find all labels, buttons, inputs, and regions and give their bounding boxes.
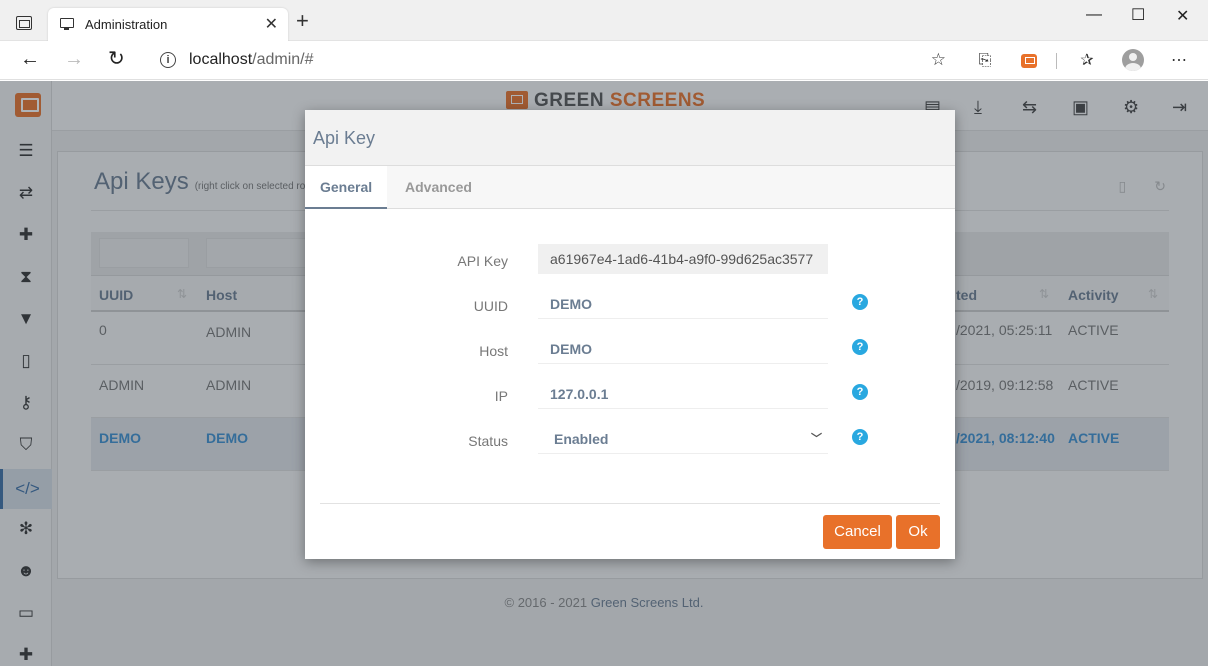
api-key-field: a61967e4-1ad6-41b4-a9f0-99d625ac3577 — [538, 244, 828, 274]
api-key-row: API Key a61967e4-1ad6-41b4-a9f0-99d625ac… — [305, 244, 955, 278]
status-select[interactable]: Enabled ﹀ — [538, 424, 828, 454]
ok-button[interactable]: Ok — [896, 515, 940, 549]
address-bar[interactable]: i localhost/admin/# ☆ — [146, 45, 958, 76]
refresh-icon[interactable]: ↻ — [108, 49, 125, 69]
back-arrow-icon[interactable]: ← — [20, 49, 40, 69]
tab-close-icon[interactable]: ✕ — [265, 14, 278, 34]
host-label: Host — [479, 343, 508, 359]
profile-avatar[interactable] — [1122, 49, 1144, 71]
browser-titlebar: Administration ✕ + — ☐ ✕ — [0, 0, 1208, 41]
cancel-button[interactable]: Cancel — [823, 515, 892, 549]
extension-icon[interactable] — [1021, 54, 1037, 68]
host-row: Host DEMO ? — [305, 334, 955, 368]
window-menu-icon[interactable] — [16, 16, 32, 30]
favorites-icon[interactable]: ✰ — [1077, 51, 1097, 71]
close-window-button[interactable]: ✕ — [1176, 6, 1189, 26]
minimize-button[interactable]: — — [1086, 6, 1102, 24]
status-help-icon[interactable]: ? — [852, 429, 868, 445]
status-value: Enabled — [554, 431, 609, 447]
uuid-help-icon[interactable]: ? — [852, 294, 868, 310]
dialog-header: Api Key — [305, 110, 955, 166]
ip-row: IP 127.0.0.1 ? — [305, 379, 955, 413]
host-help-icon[interactable]: ? — [852, 339, 868, 355]
ip-field[interactable]: 127.0.0.1 — [538, 379, 828, 409]
more-menu-icon[interactable]: ⋯ — [1169, 51, 1189, 71]
browser-toolbar: ← → ↻ i localhost/admin/# ☆ ⎘ ✰ ⋯ — [0, 41, 1208, 80]
new-tab-button[interactable]: + — [296, 10, 309, 32]
status-label: Status — [468, 433, 508, 449]
maximize-button[interactable]: ☐ — [1131, 5, 1145, 25]
ip-label: IP — [494, 388, 508, 404]
dialog-divider — [320, 503, 940, 504]
uuid-row: UUID DEMO ? — [305, 289, 955, 323]
forward-arrow-icon[interactable]: → — [64, 49, 84, 69]
dialog-tabs: General Advanced — [305, 166, 955, 209]
reading-view-icon[interactable]: ⎘ — [975, 51, 995, 71]
toolbar-divider — [1056, 53, 1057, 69]
url-text[interactable]: localhost/admin/# — [189, 51, 314, 69]
dialog-title: Api Key — [313, 128, 376, 148]
uuid-label: UUID — [473, 298, 508, 314]
tab-advanced[interactable]: Advanced — [390, 166, 487, 209]
api-key-label: API Key — [457, 253, 508, 269]
site-info-icon[interactable]: i — [160, 52, 176, 68]
browser-tab[interactable]: Administration ✕ — [48, 8, 288, 41]
ip-help-icon[interactable]: ? — [852, 384, 868, 400]
monitor-icon — [60, 18, 74, 30]
tab-title: Administration — [85, 17, 168, 32]
tab-general[interactable]: General — [305, 166, 388, 209]
status-row: Status Enabled ﹀ ? — [305, 424, 955, 458]
favorite-add-icon[interactable]: ☆ — [931, 50, 946, 70]
chevron-down-icon: ﹀ — [811, 433, 822, 445]
uuid-field[interactable]: DEMO — [538, 289, 828, 319]
api-key-dialog: Api Key General Advanced API Key a61967e… — [305, 110, 955, 559]
host-field[interactable]: DEMO — [538, 334, 828, 364]
